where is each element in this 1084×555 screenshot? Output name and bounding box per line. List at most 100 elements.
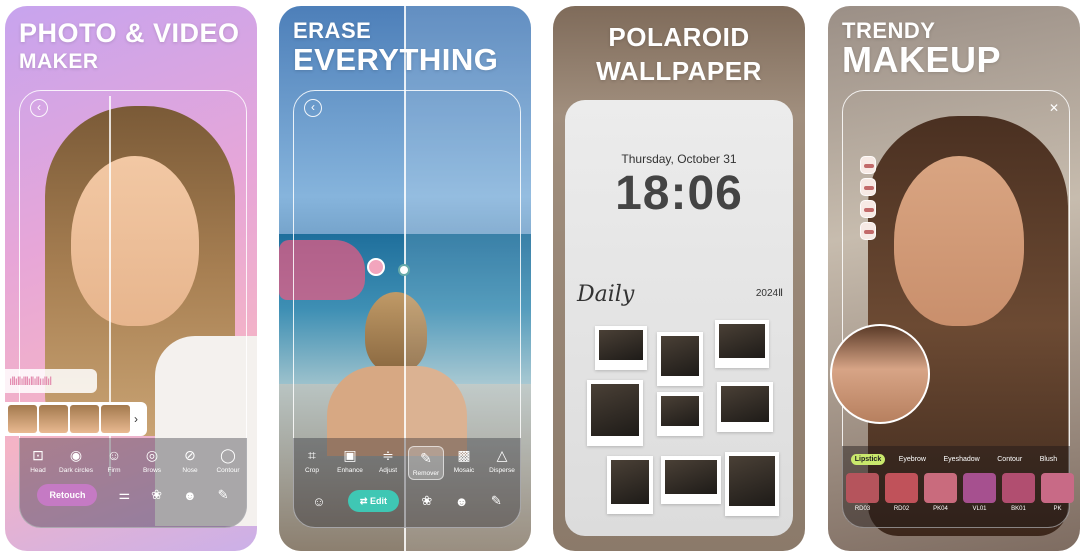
makeup-panel: Lipstick Eyebrow Eyeshadow Contour Blush RD0… [842, 446, 1074, 528]
tool-label: Contour [216, 467, 240, 474]
before-preview-circle [830, 324, 930, 424]
card-headline: PHOTO & VIDEO MAKER [19, 18, 240, 73]
tool-contour[interactable]: ◯ Contour [210, 446, 246, 474]
tool-head[interactable]: ⊡ Head [20, 446, 56, 474]
tool-disperse[interactable]: △ Disperse [484, 446, 520, 480]
frame-thumbnail[interactable] [101, 405, 130, 433]
swatch-code: PK [1053, 506, 1062, 512]
tool-brows[interactable]: ◎ Brows [134, 446, 170, 474]
tool-crop[interactable]: ⌗ Crop [294, 446, 330, 480]
category-tab[interactable]: Eyebrow [895, 454, 930, 465]
back-icon[interactable]: ‹ [304, 99, 322, 117]
swatch-color [1002, 473, 1035, 503]
color-swatch[interactable]: PK04 [924, 473, 957, 512]
lip-style-option[interactable] [860, 200, 876, 218]
polaroid-photo [607, 456, 653, 514]
tool-label: Brows [142, 467, 162, 474]
back-icon[interactable]: ‹ [30, 99, 48, 117]
polaroid-photo [715, 320, 769, 368]
tool-label: Firm [107, 467, 121, 474]
tool-adjust[interactable]: ≑ Adjust [370, 446, 406, 480]
disperse-icon: △ [496, 447, 508, 463]
tool-label: Disperse [489, 467, 515, 474]
tool-label: Crop [304, 467, 320, 474]
filters-icon[interactable]: ❀ [421, 493, 432, 509]
frame-thumbnail[interactable] [70, 405, 99, 433]
color-swatch[interactable]: RD03 [846, 473, 879, 512]
sticker-icon[interactable]: ☻ [455, 494, 469, 509]
firm-icon: ☺ [106, 447, 122, 463]
head-icon: ⊡ [32, 447, 44, 463]
swatch-color [1041, 473, 1074, 503]
lip-style-option[interactable] [860, 222, 876, 240]
edit-button[interactable]: ⇄ Edit [347, 490, 399, 512]
tool-label: Nose [182, 467, 198, 474]
color-swatch[interactable]: PK [1041, 473, 1074, 512]
audio-track[interactable]: ıllıllılllıllıllııllıl [5, 369, 97, 393]
lip-style-list[interactable] [860, 156, 876, 240]
swatch-color [924, 473, 957, 503]
contour-icon: ◯ [220, 447, 236, 463]
swatch-color [885, 473, 918, 503]
color-swatch[interactable]: VL01 [963, 473, 996, 512]
draw-icon[interactable]: ✎ [491, 493, 502, 509]
category-tab[interactable]: Eyeshadow [940, 454, 984, 465]
swatch-code: PK04 [933, 506, 948, 512]
category-tab[interactable]: Blush [1036, 454, 1062, 465]
swatch-code: BK01 [1011, 506, 1026, 512]
edit-icon[interactable]: ✎ [218, 487, 229, 503]
face-icon[interactable]: ☻ [183, 488, 197, 503]
polaroid-photo [595, 326, 647, 370]
color-swatch[interactable]: BK01 [1002, 473, 1035, 512]
category-tab[interactable]: Lipstick [850, 454, 886, 465]
lock-screen: Thursday, October 31 18:06 Daily 2024Ⅱ [565, 100, 793, 536]
tool-label: Remover [412, 470, 440, 477]
frame-thumbnail[interactable] [39, 405, 68, 433]
card-polaroid-wallpaper: POLAROID WALLPAPER Thursday, October 31 … [553, 6, 805, 551]
retouch-button[interactable]: Retouch [37, 484, 98, 506]
polaroid-photo [661, 456, 721, 504]
swatch-color [846, 473, 879, 503]
polaroid-photo [717, 382, 773, 432]
color-swatch[interactable]: RD02 [885, 473, 918, 512]
lock-time: 18:06 [615, 167, 743, 220]
lock-date: Thursday, October 31 [621, 152, 737, 166]
tool-dark-circles[interactable]: ◉ Dark circles [58, 446, 94, 474]
tool-label: Enhance [337, 467, 363, 474]
adjust-icon: ≑ [382, 447, 394, 463]
card-erase-everything: ERASE EVERYTHING ‹ ⌗ Crop ▣ Enhance ≑ Adjust ✎… [279, 6, 531, 551]
card-photo-video-maker: PHOTO & VIDEO MAKER ‹ ıllıllılllıllıllıı… [5, 6, 257, 551]
lip-style-option[interactable] [860, 156, 876, 174]
swatch-code: RD02 [893, 506, 910, 512]
tool-enhance[interactable]: ▣ Enhance [332, 446, 368, 480]
tool-mosaic[interactable]: ▩ Mosaic [446, 446, 482, 480]
edit-toolbar: ⌗ Crop ▣ Enhance ≑ Adjust ✎ Remover ▩ Mosaic △ Disp… [293, 438, 521, 528]
dark-circles-icon: ◉ [69, 447, 83, 463]
tool-remover[interactable]: ✎ Remover [408, 446, 444, 480]
video-frames-strip[interactable]: › [5, 402, 147, 436]
swatch-color [963, 473, 996, 503]
crop-icon: ⌗ [308, 447, 316, 463]
close-icon[interactable]: ✕ [1049, 101, 1059, 115]
card-headline: TRENDY MAKEUP [842, 18, 1002, 80]
filters-icon[interactable]: ❀ [151, 487, 162, 503]
frame-thumbnail[interactable] [8, 405, 37, 433]
tool-firm[interactable]: ☺ Firm [96, 446, 132, 474]
tool-nose[interactable]: ⊘ Nose [172, 446, 208, 474]
card-headline: ERASE EVERYTHING [293, 18, 499, 77]
brows-icon: ◎ [145, 447, 159, 463]
sliders-icon[interactable]: ⚌ [118, 487, 130, 503]
nose-icon: ⊘ [184, 447, 196, 463]
lip-style-option[interactable] [860, 178, 876, 196]
mosaic-icon: ▩ [457, 447, 471, 463]
face-icon[interactable]: ☺ [312, 494, 325, 509]
polaroid-photo [657, 332, 703, 386]
tool-label: Head [30, 467, 46, 474]
swatch-code: VL01 [972, 506, 987, 512]
script-title: Daily [577, 282, 635, 307]
tool-label: Adjust [378, 467, 398, 474]
chevron-right-icon[interactable]: › [134, 412, 138, 426]
category-tab[interactable]: Contour [993, 454, 1026, 465]
tool-label: Dark circles [59, 467, 93, 474]
polaroid-photo [587, 380, 643, 446]
